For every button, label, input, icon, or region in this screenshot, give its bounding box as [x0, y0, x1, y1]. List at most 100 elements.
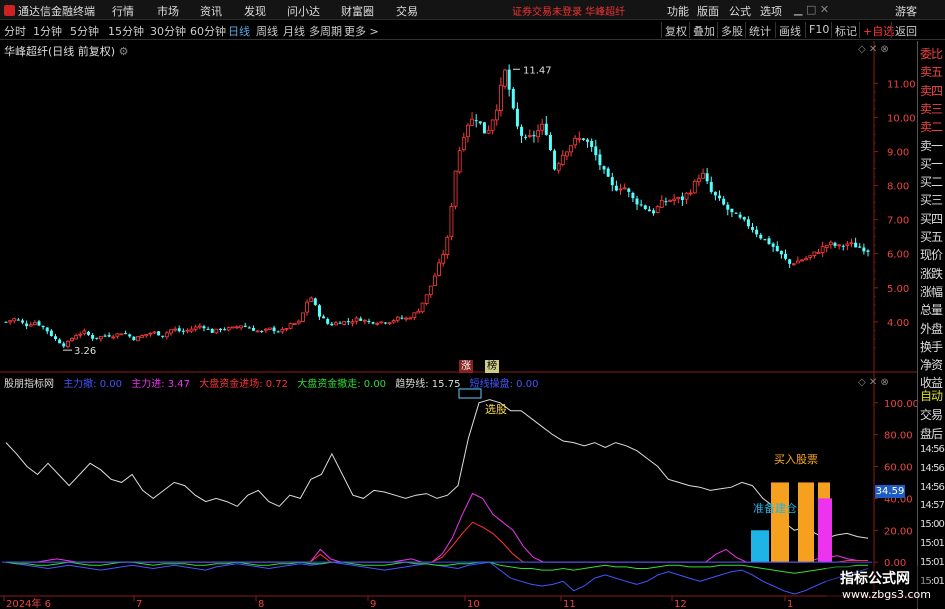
side-panel-item[interactable]: 买五	[920, 228, 945, 245]
f10-button[interactable]: F10	[805, 22, 832, 38]
indicator-title: 股朋指标网 主力撤: 0.00 主力进: 3.47 大盘资金进场: 0.72 大…	[4, 375, 544, 390]
stats-button[interactable]: 统计	[745, 22, 774, 38]
candle-body-up	[152, 331, 157, 334]
side-panel-item[interactable]: 卖五	[920, 63, 945, 80]
candle-body-down	[20, 320, 24, 323]
side-panel-item[interactable]: 14:57	[920, 500, 945, 511]
menu-item-trade[interactable]: 交易	[396, 3, 418, 19]
side-panel-item[interactable]: 换手	[920, 338, 945, 355]
side-panel-item[interactable]: 总量	[920, 301, 945, 318]
side-panel-item[interactable]: 委比	[920, 45, 945, 62]
side-panel-item[interactable]: 卖四	[920, 82, 945, 99]
ranking-tag[interactable]: 榜	[485, 360, 499, 373]
back-button[interactable]: 返回	[891, 22, 920, 38]
candle-body-up	[214, 328, 219, 334]
candle-body-down	[251, 328, 255, 331]
candle-body-up	[433, 275, 437, 287]
mark-button[interactable]: 标记	[831, 22, 860, 38]
menu-item-options[interactable]: 选项	[760, 3, 782, 19]
menu-item-sector[interactable]: 市场	[157, 3, 179, 19]
quote-side-panel: 委比 卖五 卖四 卖三 卖二 卖一 买一 买二 买三 买四 买五 现价 涨跌 涨幅 总量 外盘 换手 净资 收益 自动…	[917, 41, 945, 609]
candle-body-up	[169, 329, 173, 334]
upper-panel-controls-icon[interactable]: ◇ ✕ ⊗	[858, 44, 889, 55]
window-controls-icon[interactable]: ▁ □ ✕	[794, 3, 829, 16]
draw-button[interactable]: 画线	[775, 22, 804, 38]
candle-body-down	[713, 191, 717, 196]
side-panel-item[interactable]: 买二	[920, 173, 945, 190]
tab-15min[interactable]: 15分钟	[108, 23, 144, 39]
side-panel-item[interactable]: 14:56	[920, 482, 945, 493]
candle-body-up	[255, 330, 260, 333]
candle-body-up	[622, 187, 627, 190]
side-panel-item[interactable]: 盘后	[920, 425, 945, 442]
candle-body-up	[527, 135, 532, 137]
date-tick-label: 10	[467, 599, 480, 609]
overlay-button[interactable]: 叠加	[689, 22, 718, 38]
side-panel-item[interactable]: 卖二	[920, 118, 945, 135]
chart-canvas[interactable]: 11.00 10.00 9.00 8.00 7.00 6.00 5.00 4.00 100.0…	[0, 0, 945, 609]
side-panel-item[interactable]: 14:56	[920, 463, 945, 474]
adjust-button[interactable]: 复权	[661, 22, 690, 38]
menu-item-news[interactable]: 资讯	[200, 3, 222, 19]
tab-5min[interactable]: 5分钟	[70, 23, 99, 39]
candle-body-down	[647, 209, 651, 212]
side-panel-item[interactable]: 外盘	[920, 320, 945, 337]
side-panel-item[interactable]: 涨跌	[920, 265, 945, 282]
candle-body-up	[461, 137, 466, 151]
side-panel-item[interactable]: 15:01	[920, 538, 945, 549]
menu-item-layout[interactable]: 版面	[697, 3, 719, 19]
side-panel-item[interactable]: 卖一	[920, 137, 945, 154]
menu-item-discover[interactable]: 发现	[244, 3, 266, 19]
candlestick-series	[4, 64, 870, 349]
side-panel-item[interactable]: 买四	[920, 210, 945, 227]
side-panel-item[interactable]: 涨幅	[920, 283, 945, 300]
menu-item-fortune[interactable]: 财富圈	[341, 3, 374, 19]
tab-timeshare[interactable]: 分时	[4, 23, 26, 39]
login-status: 证券交易未登录 华峰超纤	[512, 7, 626, 18]
side-panel-item[interactable]: 净资	[920, 356, 945, 373]
candle-body-up	[804, 257, 809, 261]
candle-body-up	[441, 254, 446, 264]
multi-stock-button[interactable]: 多股	[717, 22, 746, 38]
candle-body-up	[334, 322, 338, 326]
menu-item-function[interactable]: 功能	[667, 3, 689, 19]
side-panel-item[interactable]: 交易	[920, 406, 945, 423]
tab-weekly[interactable]: 周线	[256, 23, 278, 39]
menu-item-ask[interactable]: 问小达	[287, 3, 320, 19]
side-panel-item[interactable]: 现价	[920, 246, 945, 263]
tab-multi-period[interactable]: 多周期	[309, 23, 342, 39]
date-tick-label: 1	[787, 599, 793, 609]
side-panel-item[interactable]: 15:00	[920, 519, 945, 530]
candle-body-down	[317, 305, 321, 317]
candle-body-up	[499, 84, 503, 111]
tab-30min[interactable]: 30分钟	[150, 23, 186, 39]
settings-gear-icon[interactable]: ⚙	[119, 45, 129, 58]
candle-body-up	[828, 241, 833, 246]
limit-up-tag[interactable]: 涨	[459, 360, 473, 373]
tab-more[interactable]: 更多 >	[344, 23, 379, 39]
candle-body-down	[243, 325, 247, 327]
candle-body-up	[65, 340, 70, 348]
tab-1min[interactable]: 1分钟	[33, 23, 62, 39]
candle-body-down	[371, 322, 375, 324]
user-label[interactable]: 游客	[895, 3, 917, 19]
tab-daily[interactable]: 日线	[228, 23, 250, 39]
lower-panel-controls-icon[interactable]: ◇ ✕ ⊗	[858, 377, 889, 388]
menu-item-market[interactable]: 行情	[112, 3, 134, 19]
side-panel-item[interactable]: 买三	[920, 191, 945, 208]
candle-body-down	[103, 335, 107, 337]
candle-body-down	[272, 327, 276, 332]
candle-body-down	[49, 330, 53, 336]
indicator-tick-label: 80.00	[884, 431, 913, 442]
candle-body-up	[305, 301, 309, 313]
tab-monthly[interactable]: 月线	[283, 23, 305, 39]
prepare-position-annotation: 准备建仓	[753, 502, 797, 515]
side-panel-item[interactable]: 自动	[920, 387, 945, 404]
side-panel-item[interactable]: 卖三	[920, 100, 945, 117]
side-panel-item[interactable]: 14:56	[920, 444, 945, 455]
candle-body-up	[659, 199, 664, 208]
side-panel-item[interactable]: 买一	[920, 155, 945, 172]
tab-60min[interactable]: 60分钟	[190, 23, 226, 39]
menu-item-formula[interactable]: 公式	[729, 3, 751, 19]
candle-body-up	[140, 335, 145, 338]
